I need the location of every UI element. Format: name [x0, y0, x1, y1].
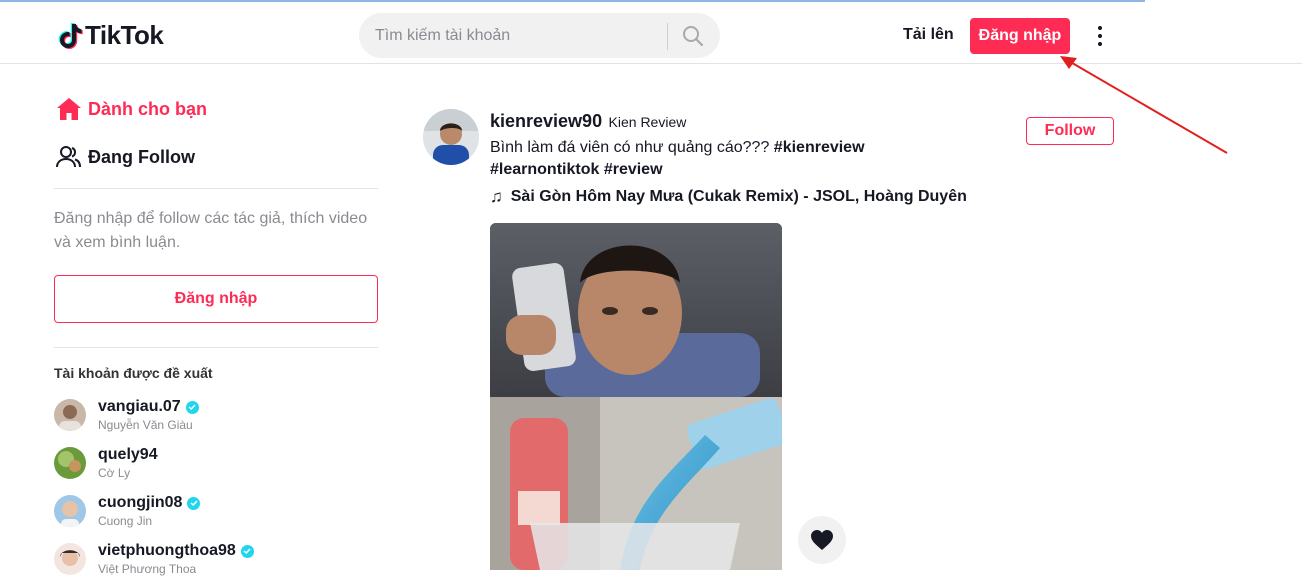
- post-author-avatar[interactable]: [423, 109, 479, 165]
- login-hint: Đăng nhập để follow các tác giả, thích v…: [54, 210, 368, 251]
- verified-badge-icon: [187, 496, 201, 510]
- annotation-arrow: [1060, 56, 1228, 154]
- nav-for-you-label: Dành cho bạn: [88, 98, 208, 119]
- suggested-account[interactable]: vangiau.07 Nguyễn Văn Giàu: [54, 395, 378, 435]
- hashtag-link[interactable]: #learnontiktok: [490, 161, 599, 178]
- follow-button[interactable]: Follow: [1026, 117, 1114, 145]
- nav-following-label: Đang Follow: [88, 146, 195, 167]
- post-caption: Bình làm đá viên có như quảng cáo??? #ki…: [490, 137, 910, 181]
- video-player[interactable]: [490, 223, 782, 570]
- like-button[interactable]: [798, 516, 846, 564]
- video-thumbnail: [490, 223, 782, 570]
- account-nickname: Nguyễn Văn Giàu: [98, 418, 193, 432]
- top-header: TikTok Tải lên Đăng nhập: [0, 2, 1302, 64]
- avatar: [54, 495, 86, 527]
- search-input[interactable]: [375, 13, 665, 58]
- account-username: cuongjin08: [98, 494, 183, 511]
- hashtag-link[interactable]: #kienreview: [774, 139, 865, 156]
- header-login-button[interactable]: Đăng nhập: [970, 18, 1070, 54]
- avatar: [54, 399, 86, 431]
- hashtag-link[interactable]: #review: [604, 161, 663, 178]
- music-note-icon: ♫: [490, 187, 503, 206]
- post-nickname: Kien Review: [608, 114, 687, 130]
- tiktok-logo[interactable]: TikTok: [57, 20, 164, 51]
- users-icon: [56, 143, 88, 171]
- sidebar-divider: [54, 188, 378, 189]
- search-bar: [359, 13, 720, 58]
- suggested-account[interactable]: cuongjin08 Cuong Jin: [54, 491, 378, 531]
- search-button[interactable]: [677, 21, 709, 51]
- tiktok-note-icon: [58, 22, 83, 49]
- verified-badge-icon: [240, 544, 254, 558]
- music-link[interactable]: ♫ Sài Gòn Hôm Nay Mưa (Cukak Remix) - JS…: [490, 187, 967, 207]
- suggested-account[interactable]: quely94 Cờ Ly: [54, 443, 378, 483]
- music-title: Sài Gòn Hôm Nay Mưa (Cukak Remix) - JSOL…: [510, 188, 967, 205]
- suggested-account[interactable]: vietphuongthoa98 Việt Phương Thoa: [54, 539, 378, 579]
- account-username: vangiau.07: [98, 398, 181, 415]
- account-nickname: Việt Phương Thoa: [98, 562, 197, 576]
- account-nickname: Cờ Ly: [98, 466, 131, 480]
- more-options-icon[interactable]: [1090, 24, 1110, 48]
- post-header: kienreview90 Kien Review: [490, 111, 686, 132]
- avatar: [54, 543, 86, 575]
- search-icon: [683, 26, 704, 47]
- avatar: [54, 447, 86, 479]
- sidebar-login-button[interactable]: Đăng nhập: [54, 275, 378, 323]
- search-divider: [667, 23, 668, 50]
- logo-text: TikTok: [85, 20, 164, 50]
- upload-button[interactable]: Tải lên: [903, 26, 954, 44]
- caption-text: Bình làm đá viên có như quảng cáo???: [490, 139, 774, 156]
- verified-badge-icon: [185, 400, 199, 414]
- heart-icon: [811, 530, 833, 550]
- post-username[interactable]: kienreview90: [490, 111, 602, 131]
- account-username: vietphuongthoa98: [98, 542, 236, 559]
- suggested-accounts-title: Tài khoản được đề xuất: [54, 365, 213, 381]
- home-icon: [56, 95, 88, 123]
- nav-following[interactable]: Đang Follow: [54, 143, 195, 171]
- nav-for-you[interactable]: Dành cho bạn: [54, 95, 207, 123]
- account-nickname: Cuong Jin: [98, 514, 153, 528]
- account-username: quely94: [98, 446, 158, 463]
- sidebar-divider: [54, 347, 378, 348]
